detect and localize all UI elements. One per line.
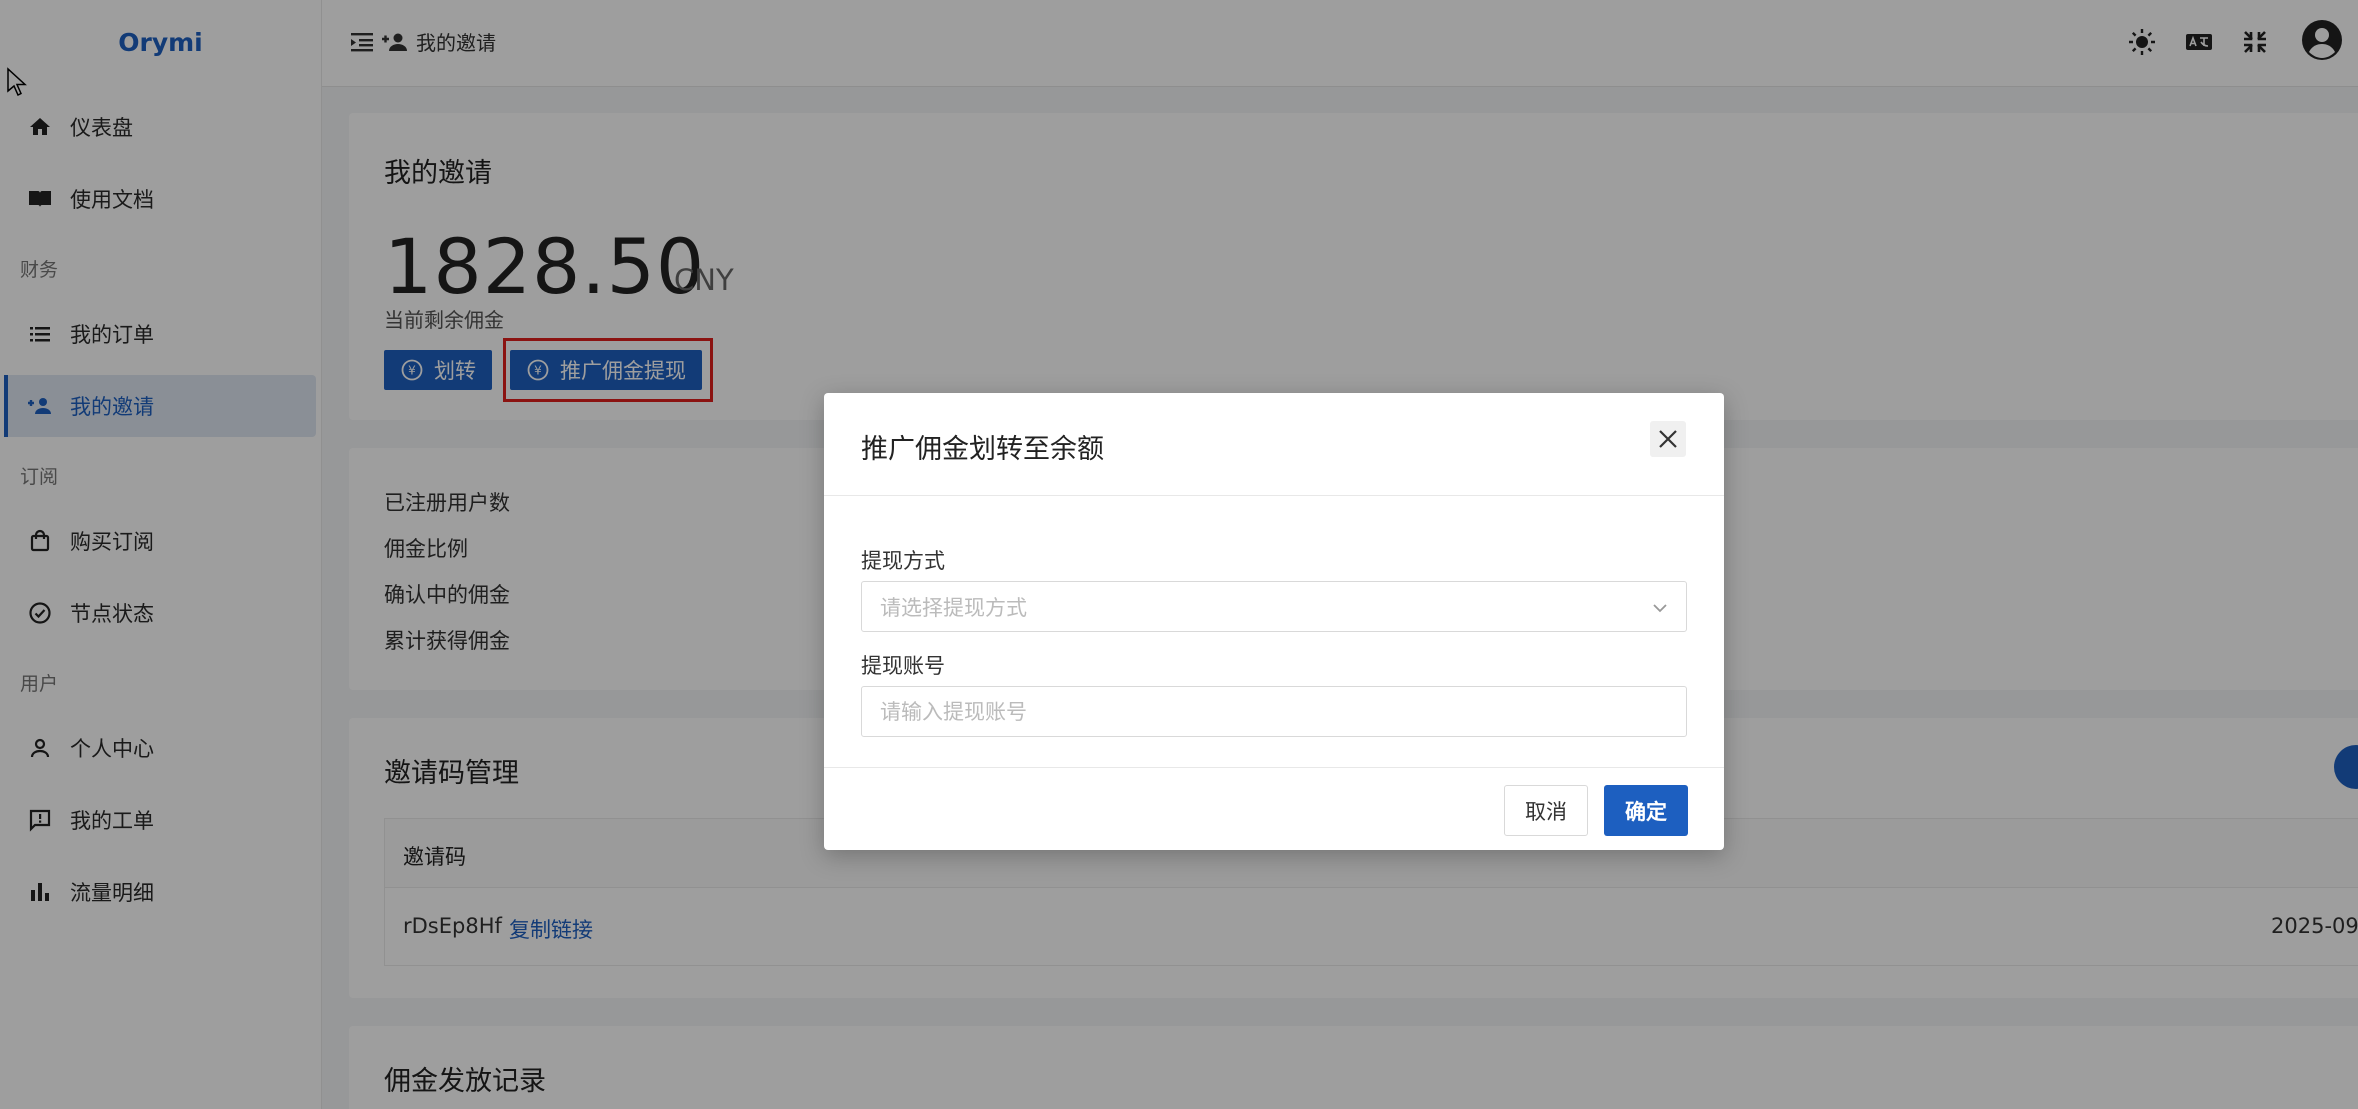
withdraw-account-label: 提现账号	[861, 654, 945, 678]
withdraw-method-select[interactable]: 请选择提现方式	[861, 581, 1687, 632]
withdraw-account-field[interactable]	[861, 686, 1687, 737]
close-icon	[1657, 428, 1679, 450]
withdraw-method-label: 提现方式	[861, 549, 945, 573]
withdraw-account-input[interactable]	[880, 687, 1686, 736]
modal-header-divider	[824, 495, 1724, 496]
chevron-down-icon	[1650, 598, 1670, 618]
transfer-modal: 推广佣金划转至余额 提现方式 请选择提现方式 提现账号 取消 确定	[824, 393, 1724, 850]
close-button[interactable]	[1650, 421, 1686, 457]
cancel-button[interactable]: 取消	[1504, 785, 1588, 836]
confirm-button[interactable]: 确定	[1604, 785, 1688, 836]
modal-footer-divider	[824, 767, 1724, 768]
withdraw-method-placeholder: 请选择提现方式	[880, 595, 1027, 620]
modal-title: 推广佣金划转至余额	[861, 434, 1104, 465]
